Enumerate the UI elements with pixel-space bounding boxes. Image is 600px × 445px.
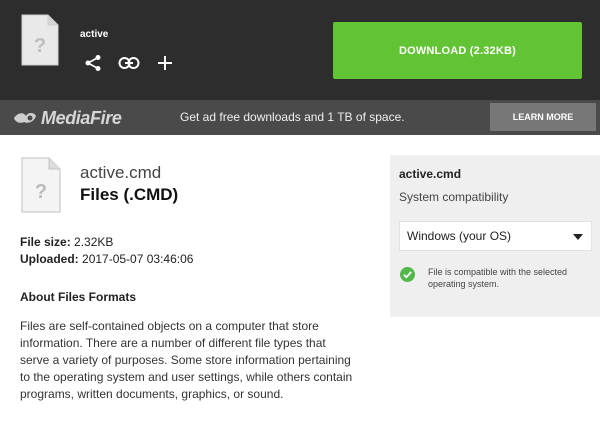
download-button[interactable]: DOWNLOAD (2.32KB) [333, 22, 582, 79]
uploaded-label: Uploaded: [20, 252, 79, 266]
mediafire-logo-text: MediaFire [41, 107, 122, 128]
learn-more-button[interactable]: LEARN MORE [490, 103, 596, 131]
svg-text:?: ? [34, 35, 46, 57]
file-name: active.cmd [80, 163, 162, 182]
about-title: About Files Formats [20, 290, 137, 304]
sidebar-filename: active.cmd [399, 167, 462, 181]
mediafire-logo[interactable]: MediaFire [12, 106, 122, 130]
file-size-row: File size: 2.32KB [20, 234, 193, 251]
chevron-down-icon [573, 234, 583, 240]
file-type-icon: ? [21, 157, 61, 213]
compatibility-panel: active.cmd System compatibility Windows … [390, 155, 600, 317]
file-size-value: 2.32KB [74, 235, 114, 249]
link-icon[interactable] [118, 52, 140, 74]
svg-text:?: ? [35, 181, 47, 203]
file-meta: File size: 2.32KB Uploaded: 2017-05-07 0… [20, 234, 193, 268]
compatibility-message: File is compatible with the selected ope… [428, 267, 568, 289]
top-header: ? active DOWNLOAD (2.32KB) [0, 0, 600, 100]
file-type: Files (.CMD) [80, 185, 179, 204]
uploaded-row: Uploaded: 2017-05-07 03:46:06 [20, 251, 193, 268]
check-circle-icon [400, 267, 415, 282]
plus-icon[interactable] [154, 52, 176, 74]
os-select[interactable]: Windows (your OS) [399, 221, 592, 251]
about-text: Files are self-contained objects on a co… [20, 319, 353, 401]
compatibility-title: System compatibility [399, 190, 509, 204]
os-select-value: Windows (your OS) [407, 229, 512, 243]
file-size-label: File size: [20, 235, 71, 249]
mediafire-logo-icon [14, 113, 36, 123]
promo-message: Get ad free downloads and 1 TB of space. [180, 110, 405, 124]
uploaded-value: 2017-05-07 03:46:06 [82, 252, 194, 266]
file-icon: ? [21, 14, 59, 66]
header-filename: active [80, 29, 109, 40]
share-icon[interactable] [82, 52, 104, 74]
file-actions [82, 52, 176, 74]
